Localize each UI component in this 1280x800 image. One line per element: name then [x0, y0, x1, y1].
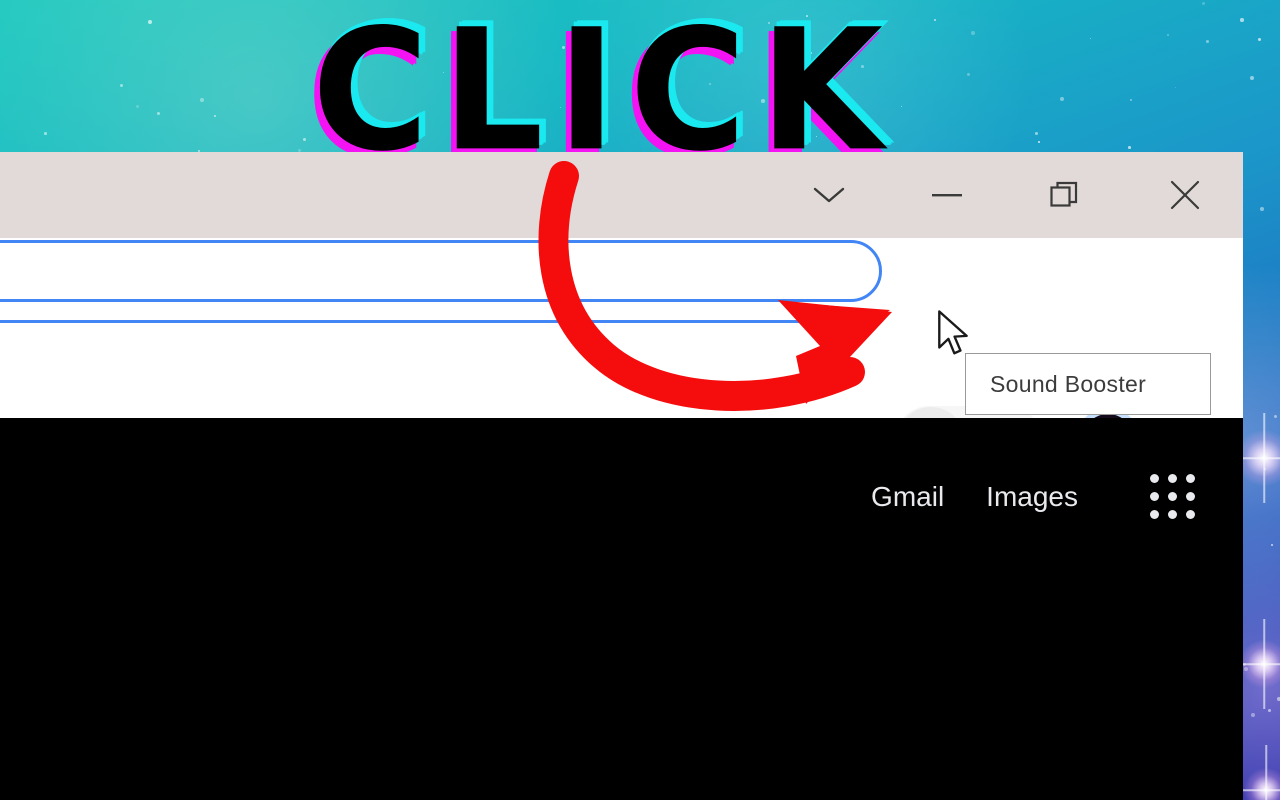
tab-search-button[interactable]: [790, 152, 868, 238]
chevron-down-icon: [813, 187, 845, 203]
lens-flare-lower: [1240, 640, 1280, 688]
close-button[interactable]: [1146, 152, 1224, 238]
google-header-links: Gmail Images: [871, 474, 1195, 519]
images-link[interactable]: Images: [986, 481, 1078, 513]
apps-grid-dot: [1168, 492, 1177, 501]
omnibox-dropdown-divider: [0, 320, 882, 323]
apps-grid-dot: [1150, 492, 1159, 501]
cursor-arrow-icon: [938, 310, 968, 355]
apps-grid-dot: [1186, 474, 1195, 483]
restore-button[interactable]: [1026, 152, 1104, 238]
apps-grid-dot: [1150, 474, 1159, 483]
minimize-icon: [932, 194, 962, 197]
restore-icon: [1050, 181, 1078, 207]
apps-grid-dot: [1168, 474, 1177, 483]
tooltip: Sound Booster: [965, 353, 1211, 415]
page-content: Gmail Images: [0, 418, 1243, 800]
browser-titlebar: [0, 152, 1243, 238]
apps-grid-dot: [1168, 510, 1177, 519]
close-icon: [1170, 180, 1200, 210]
screen: CLICK Sound Booster Gmail Images: [0, 0, 1280, 800]
minimize-button[interactable]: [908, 152, 986, 238]
browser-window: Sound Booster Gmail Images: [0, 152, 1243, 800]
gmail-link[interactable]: Gmail: [871, 481, 944, 513]
google-apps-button[interactable]: [1150, 474, 1195, 519]
apps-grid-dot: [1186, 510, 1195, 519]
tooltip-label: Sound Booster: [990, 370, 1147, 397]
address-bar[interactable]: [0, 240, 882, 302]
mouse-cursor: [936, 310, 972, 360]
apps-grid-dot: [1150, 510, 1159, 519]
apps-grid-dot: [1186, 492, 1195, 501]
click-headline: CLICK: [312, 0, 897, 189]
